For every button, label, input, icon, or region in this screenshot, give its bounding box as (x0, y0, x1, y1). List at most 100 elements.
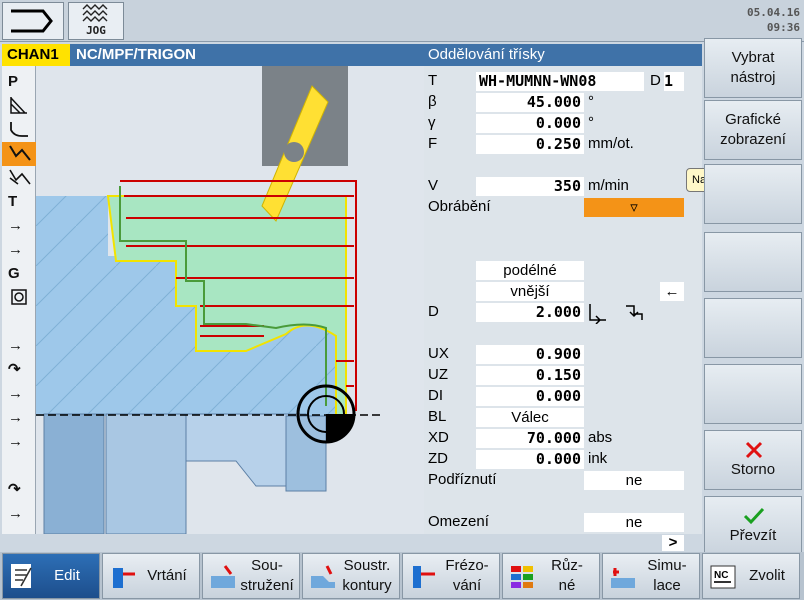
arrow-left-icon[interactable]: ← (660, 282, 684, 301)
jog-icon (82, 4, 108, 22)
milling-button[interactable]: Frézo- vání (402, 553, 500, 599)
select-label: Zvolit (749, 567, 785, 584)
cancel-icon (745, 441, 763, 459)
softkey-empty-2[interactable] (704, 298, 802, 358)
step-program-header[interactable]: P (2, 70, 36, 94)
step-move-5[interactable]: → (2, 406, 36, 430)
speed-field[interactable]: 350 (476, 177, 584, 196)
graphic-view-button[interactable]: Grafické zobrazení (704, 100, 802, 160)
step-move-2[interactable]: → (2, 238, 36, 262)
simulation-label: Simu- lace (647, 557, 687, 594)
menu-button[interactable] (2, 2, 64, 40)
nc-select-icon: NC (710, 565, 736, 589)
drilling-icon (113, 568, 135, 588)
program-path: NC/MPF/TRIGON (70, 44, 424, 66)
infeed-field[interactable]: 2.000 (476, 303, 584, 322)
tool-field[interactable]: WH-MUMNN-WN08 (476, 72, 644, 91)
xd-field[interactable]: 70.000 (476, 429, 584, 448)
more-button[interactable]: > (662, 535, 684, 551)
beta-field[interactable]: 45.000 (476, 93, 584, 112)
d-number-label: D (650, 72, 661, 89)
form-title: Oddělování třísky (424, 44, 702, 66)
step-arc-1[interactable]: ↷ (2, 358, 36, 382)
gamma-field[interactable]: 0.000 (476, 114, 584, 133)
accept-button[interactable]: Převzít (704, 496, 802, 556)
beta-label: β (428, 93, 437, 110)
step-stock-removal[interactable] (2, 142, 36, 166)
xd-unit[interactable]: abs (588, 427, 612, 448)
simulation-button[interactable]: Simu- lace (602, 553, 700, 599)
bl-label: BL (428, 408, 447, 425)
di-field[interactable]: 0.000 (476, 387, 584, 406)
uz-field[interactable]: 0.150 (476, 366, 584, 385)
graphic-view-line1: Grafické (725, 111, 781, 128)
infeed-label: D (428, 303, 439, 320)
removal-icon (9, 145, 31, 161)
infeed-mode-icon[interactable] (586, 302, 610, 324)
softkey-empty-1[interactable] (704, 232, 802, 292)
select-button[interactable]: NC Zvolit (702, 553, 800, 599)
feed-label: F (428, 135, 438, 152)
drilling-label: Vrtání (147, 567, 187, 584)
step-residual[interactable] (2, 166, 36, 190)
select-tool-button[interactable]: Vybrat nástroj (704, 38, 802, 98)
miscellaneous-button[interactable]: Růz- né (502, 553, 600, 599)
roughing-button[interactable] (704, 164, 802, 224)
step-move-7[interactable]: → (2, 502, 36, 526)
turning-icon (211, 565, 235, 588)
step-stock[interactable] (2, 94, 36, 118)
machining-select[interactable]: ▿ (584, 198, 684, 217)
contour-icon (10, 122, 28, 137)
help-graphic (36, 66, 424, 534)
accept-icon (743, 507, 765, 525)
edit-button[interactable]: Edit (2, 553, 100, 599)
step-move-3[interactable]: → (2, 334, 36, 358)
position-select[interactable]: vnější (476, 282, 584, 301)
machining-label: Obrábění (428, 198, 491, 215)
d-number-field[interactable]: 1 (664, 72, 684, 91)
stock-removal-diagram (36, 66, 424, 534)
step-move-6[interactable]: → (2, 430, 36, 454)
residual-icon (9, 169, 31, 185)
cancel-button[interactable]: Storno (704, 430, 802, 490)
ux-field[interactable]: 0.900 (476, 345, 584, 364)
step-contour[interactable] (2, 118, 36, 142)
bl-select[interactable]: Válec (476, 408, 584, 427)
milling-label: Frézo- vání (445, 557, 489, 594)
uz-label: UZ (428, 366, 448, 383)
contour-turning-label: Soustr. kontury (342, 557, 392, 594)
step-move-1[interactable]: → (2, 214, 36, 238)
limit-select[interactable]: ne (584, 513, 684, 532)
step-arc-2[interactable]: ↷ (2, 478, 36, 502)
infeed-direction-icon[interactable] (622, 302, 646, 324)
mode-indicator: JOG (68, 2, 124, 40)
mode-label: JOG (86, 24, 106, 37)
gamma-unit: ° (588, 114, 594, 131)
turning-button[interactable]: Sou- stružení (202, 553, 300, 599)
menu-icon (11, 9, 53, 33)
contour-turning-button[interactable]: Soustr. kontury (302, 553, 400, 599)
graphic-view-line2: zobrazení (720, 131, 786, 148)
milling-icon (413, 566, 435, 588)
step-tool[interactable]: T (2, 190, 36, 214)
zd-unit[interactable]: ink (588, 448, 607, 469)
softkey-empty-3[interactable] (704, 364, 802, 424)
feed-field[interactable]: 0.250 (476, 135, 584, 154)
svg-text:NC: NC (714, 570, 728, 581)
zd-label: ZD (428, 450, 448, 467)
step-gcode[interactable]: G (2, 262, 36, 286)
accept-label: Převzít (729, 527, 777, 544)
parameter-form: T WH-MUMNN-WN08 D 1 β 45.000 ° γ 0.000 °… (424, 66, 702, 551)
channel-label: CHAN1 (2, 44, 70, 66)
zd-field[interactable]: 0.000 (476, 450, 584, 469)
feed-unit: mm/ot. (588, 135, 634, 152)
program-step-list: P T → → G → ↷ → → → ↷ → (2, 66, 36, 534)
direction-select[interactable]: podélné (476, 261, 584, 280)
undercut-select[interactable]: ne (584, 471, 684, 490)
step-cycle[interactable] (2, 286, 36, 310)
speed-label: V (428, 177, 439, 194)
beta-unit: ° (588, 93, 594, 110)
di-label: DI (428, 387, 443, 404)
drilling-button[interactable]: Vrtání (102, 553, 200, 599)
step-move-4[interactable]: → (2, 382, 36, 406)
